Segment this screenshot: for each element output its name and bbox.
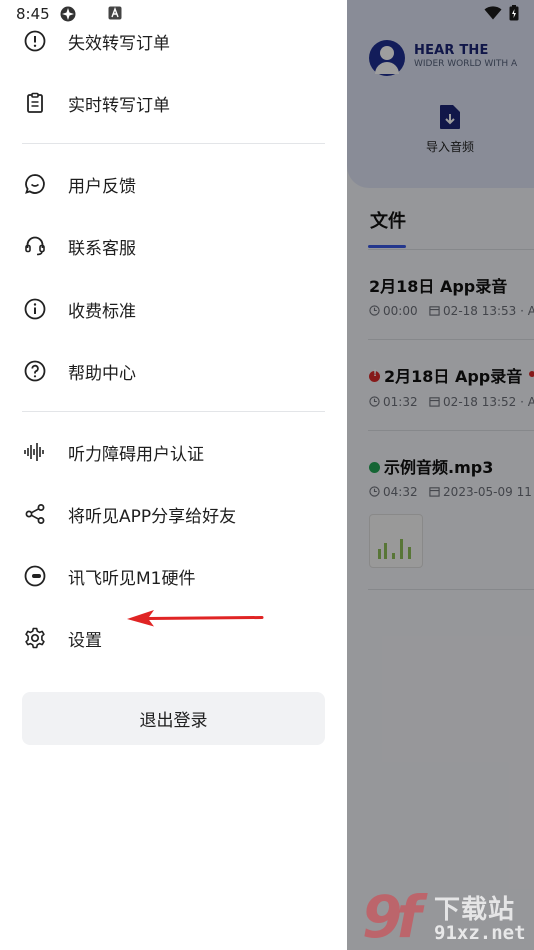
logout-label: 退出登录 [139,711,208,730]
logout-button[interactable]: 退出登录 [22,692,325,745]
menu-label: 帮助中心 [68,363,136,384]
battery-icon [509,5,519,21]
notification-a-icon [108,6,122,20]
wifi-icon [484,6,502,20]
menu-label: 用户反馈 [68,176,136,197]
menu-label: 听力障碍用户认证 [68,444,204,465]
menu-label: 将听见APP分享给好友 [68,506,237,527]
menu-label: 设置 [68,630,102,651]
headset-icon [23,234,47,258]
menu-label: 实时转写订单 [68,95,170,116]
navigation-drawer: 失效转写订单 实时转写订单 用户反馈 联系客服 收费标准 帮助中心 听力障碍用户… [0,0,347,950]
menu-label: 失效转写订单 [68,33,170,54]
menu-item-realtime-orders[interactable]: 实时转写订单 [0,75,347,131]
gear-icon [23,626,47,650]
chat-bubble-icon [23,172,47,196]
share-icon [23,502,47,526]
menu-label: 联系客服 [68,238,136,259]
menu-item-pricing[interactable]: 收费标准 [0,281,347,337]
menu-divider [22,411,325,412]
menu-divider [22,143,325,144]
watermark-url: 91xz.net [434,922,526,944]
status-time: 8:45 [16,5,50,23]
help-icon [23,359,47,383]
info-icon [23,297,47,321]
menu-item-feedback[interactable]: 用户反馈 [0,156,347,212]
alert-circle-icon [23,29,47,53]
watermark: 9f 下载站 91xz.net [362,886,532,948]
menu-item-help-center[interactable]: 帮助中心 [0,343,347,399]
scrim-overlay[interactable] [347,0,534,950]
menu-label: 收费标准 [68,301,136,322]
device-icon [23,564,47,588]
menu-item-hearing-certification[interactable]: 听力障碍用户认证 [0,424,347,480]
watermark-logo: 9f [362,883,422,950]
status-bar: 8:45 [0,0,534,27]
menu-label: 讯飞听见M1硬件 [68,568,196,589]
menu-item-customer-service[interactable]: 联系客服 [0,218,347,274]
app-notification-icon [60,6,76,22]
menu-item-m1-hardware[interactable]: 讯飞听见M1硬件 [0,548,347,604]
watermark-text: 下载站 [434,895,516,925]
sound-wave-icon [23,440,47,464]
annotation-arrow-icon [127,610,264,627]
menu-item-share-app[interactable]: 将听见APP分享给好友 [0,486,347,542]
clipboard-icon [23,91,47,115]
